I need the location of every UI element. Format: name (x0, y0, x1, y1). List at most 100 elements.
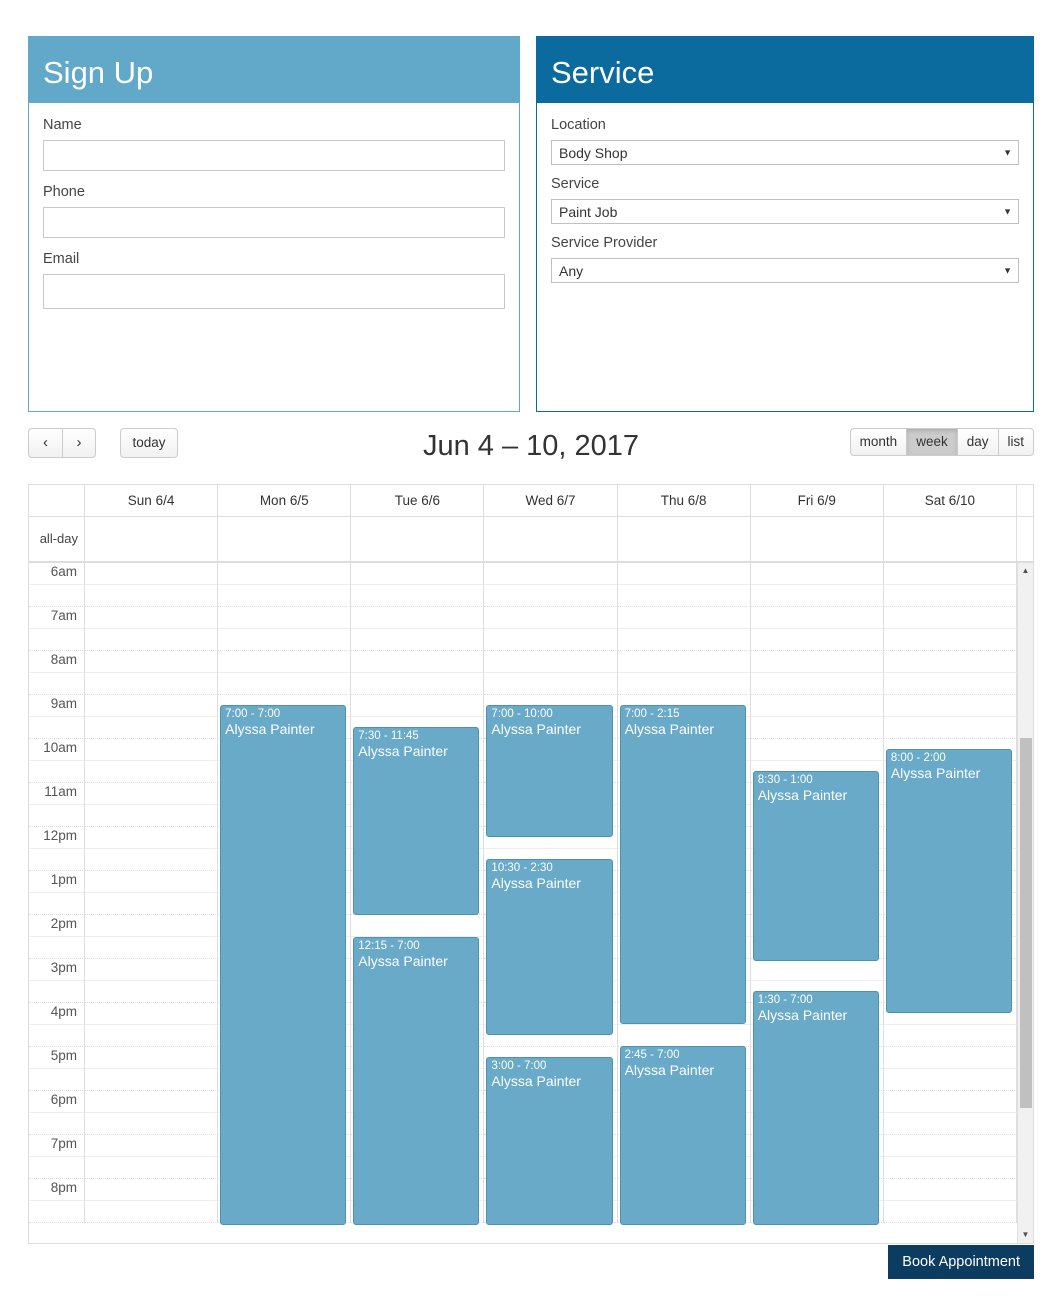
time-slot-cell[interactable] (85, 1091, 219, 1113)
time-slot-cell[interactable] (883, 695, 1017, 717)
book-appointment-button[interactable]: Book Appointment (888, 1245, 1034, 1279)
time-slot-cell[interactable] (85, 1201, 219, 1223)
time-slot-cell[interactable] (85, 1135, 219, 1157)
time-slot-cell[interactable] (85, 1069, 219, 1091)
time-slot-cell[interactable] (883, 1025, 1017, 1047)
all-day-cell-tue[interactable] (351, 517, 485, 561)
time-slot-cell[interactable] (351, 607, 485, 629)
time-slot-cell[interactable] (85, 1003, 219, 1025)
time-slot-cell[interactable] (85, 783, 219, 805)
calendar-event[interactable]: 7:00 - 2:15 Alyssa Painter (619, 705, 746, 1024)
time-slot-cell[interactable] (617, 585, 751, 607)
all-day-cell-sun[interactable] (85, 517, 219, 561)
time-slot-cell[interactable] (85, 673, 219, 695)
time-slot-cell[interactable] (85, 1179, 219, 1201)
time-slot-cell[interactable] (85, 805, 219, 827)
calendar-event[interactable]: 1:30 - 7:00 Alyssa Painter (752, 991, 879, 1225)
time-slot-cell[interactable] (218, 585, 352, 607)
calendar-event[interactable]: 7:30 - 11:45 Alyssa Painter (353, 727, 480, 915)
day-header-fri[interactable]: Fri 6/9 (751, 485, 884, 516)
time-slot-cell[interactable] (750, 959, 884, 981)
time-slot-cell[interactable] (85, 893, 219, 915)
time-slot-cell[interactable] (85, 739, 219, 761)
time-slot-cell[interactable] (750, 695, 884, 717)
time-slot-cell[interactable] (883, 1135, 1017, 1157)
caret-up-icon[interactable]: ▲ (1018, 563, 1033, 579)
all-day-cell-wed[interactable] (484, 517, 618, 561)
view-button-day[interactable]: day (956, 428, 998, 456)
time-slot-cell[interactable] (85, 563, 219, 585)
calendar-event[interactable]: 3:00 - 7:00 Alyssa Painter (486, 1057, 613, 1225)
time-slot-cell[interactable] (218, 629, 352, 651)
time-slot-cell[interactable] (617, 629, 751, 651)
time-slot-cell[interactable] (750, 607, 884, 629)
time-slot-cell[interactable] (85, 981, 219, 1003)
all-day-cell-sat[interactable] (884, 517, 1017, 561)
time-slot-cell[interactable] (484, 629, 618, 651)
time-slot-cell[interactable] (617, 607, 751, 629)
time-slot-cell[interactable] (750, 629, 884, 651)
time-slot-cell[interactable] (484, 651, 618, 673)
time-slot-cell[interactable] (750, 739, 884, 761)
time-slot-cell[interactable] (218, 673, 352, 695)
day-header-tue[interactable]: Tue 6/6 (351, 485, 485, 516)
time-slot-cell[interactable] (85, 585, 219, 607)
time-slot-cell[interactable] (218, 651, 352, 673)
time-slot-cell[interactable] (883, 717, 1017, 739)
time-slot-cell[interactable] (617, 651, 751, 673)
time-slot-cell[interactable] (85, 849, 219, 871)
time-slot-cell[interactable] (351, 651, 485, 673)
time-slot-cell[interactable] (750, 717, 884, 739)
time-slot-cell[interactable] (484, 585, 618, 607)
day-header-thu[interactable]: Thu 6/8 (618, 485, 751, 516)
time-slot-cell[interactable] (351, 695, 485, 717)
time-slot-cell[interactable] (85, 959, 219, 981)
calendar-event[interactable]: 8:30 - 1:00 Alyssa Painter (752, 771, 879, 961)
time-slot-cell[interactable] (617, 673, 751, 695)
time-slot-cell[interactable] (85, 629, 219, 651)
view-button-week[interactable]: week (906, 428, 957, 456)
time-slot-cell[interactable] (218, 563, 352, 585)
time-slot-cell[interactable] (85, 1025, 219, 1047)
phone-input[interactable] (43, 207, 505, 238)
time-slot-cell[interactable] (85, 607, 219, 629)
time-slot-cell[interactable] (883, 1201, 1017, 1223)
time-slot-cell[interactable] (85, 1157, 219, 1179)
caret-down-icon[interactable]: ▼ (1018, 1227, 1033, 1243)
time-slot-cell[interactable] (883, 1113, 1017, 1135)
calendar-event[interactable]: 10:30 - 2:30 Alyssa Painter (486, 859, 613, 1035)
day-header-sun[interactable]: Sun 6/4 (85, 485, 219, 516)
location-select[interactable]: Body Shop ▼ (551, 140, 1019, 165)
service-provider-select[interactable]: Any ▼ (551, 258, 1019, 283)
time-slot-cell[interactable] (85, 695, 219, 717)
time-slot-cell[interactable] (85, 871, 219, 893)
time-slot-cell[interactable] (883, 1091, 1017, 1113)
time-slot-cell[interactable] (85, 1047, 219, 1069)
time-slot-cell[interactable] (883, 1157, 1017, 1179)
time-slot-cell[interactable] (883, 1069, 1017, 1091)
time-slot-cell[interactable] (883, 563, 1017, 585)
time-slot-cell[interactable] (85, 915, 219, 937)
time-slot-cell[interactable] (750, 673, 884, 695)
day-header-mon[interactable]: Mon 6/5 (218, 485, 352, 516)
view-button-list[interactable]: list (997, 428, 1034, 456)
time-slot-cell[interactable] (351, 629, 485, 651)
time-slot-cell[interactable] (484, 607, 618, 629)
day-header-sat[interactable]: Sat 6/10 (884, 485, 1017, 516)
calendar-event[interactable]: 12:15 - 7:00 Alyssa Painter (353, 937, 480, 1225)
calendar-event[interactable]: 7:00 - 10:00 Alyssa Painter (486, 705, 613, 837)
time-slot-cell[interactable] (617, 563, 751, 585)
time-slot-cell[interactable] (85, 761, 219, 783)
service-select[interactable]: Paint Job ▼ (551, 199, 1019, 224)
time-slot-cell[interactable] (883, 651, 1017, 673)
time-slot-cell[interactable] (484, 673, 618, 695)
time-slot-cell[interactable] (617, 1025, 751, 1047)
time-slot-cell[interactable] (85, 937, 219, 959)
time-slot-cell[interactable] (883, 673, 1017, 695)
time-slot-cell[interactable] (883, 607, 1017, 629)
all-day-cell-fri[interactable] (751, 517, 884, 561)
time-slot-cell[interactable] (883, 629, 1017, 651)
time-slot-cell[interactable] (218, 607, 352, 629)
time-slot-cell[interactable] (351, 673, 485, 695)
time-slot-cell[interactable] (351, 585, 485, 607)
